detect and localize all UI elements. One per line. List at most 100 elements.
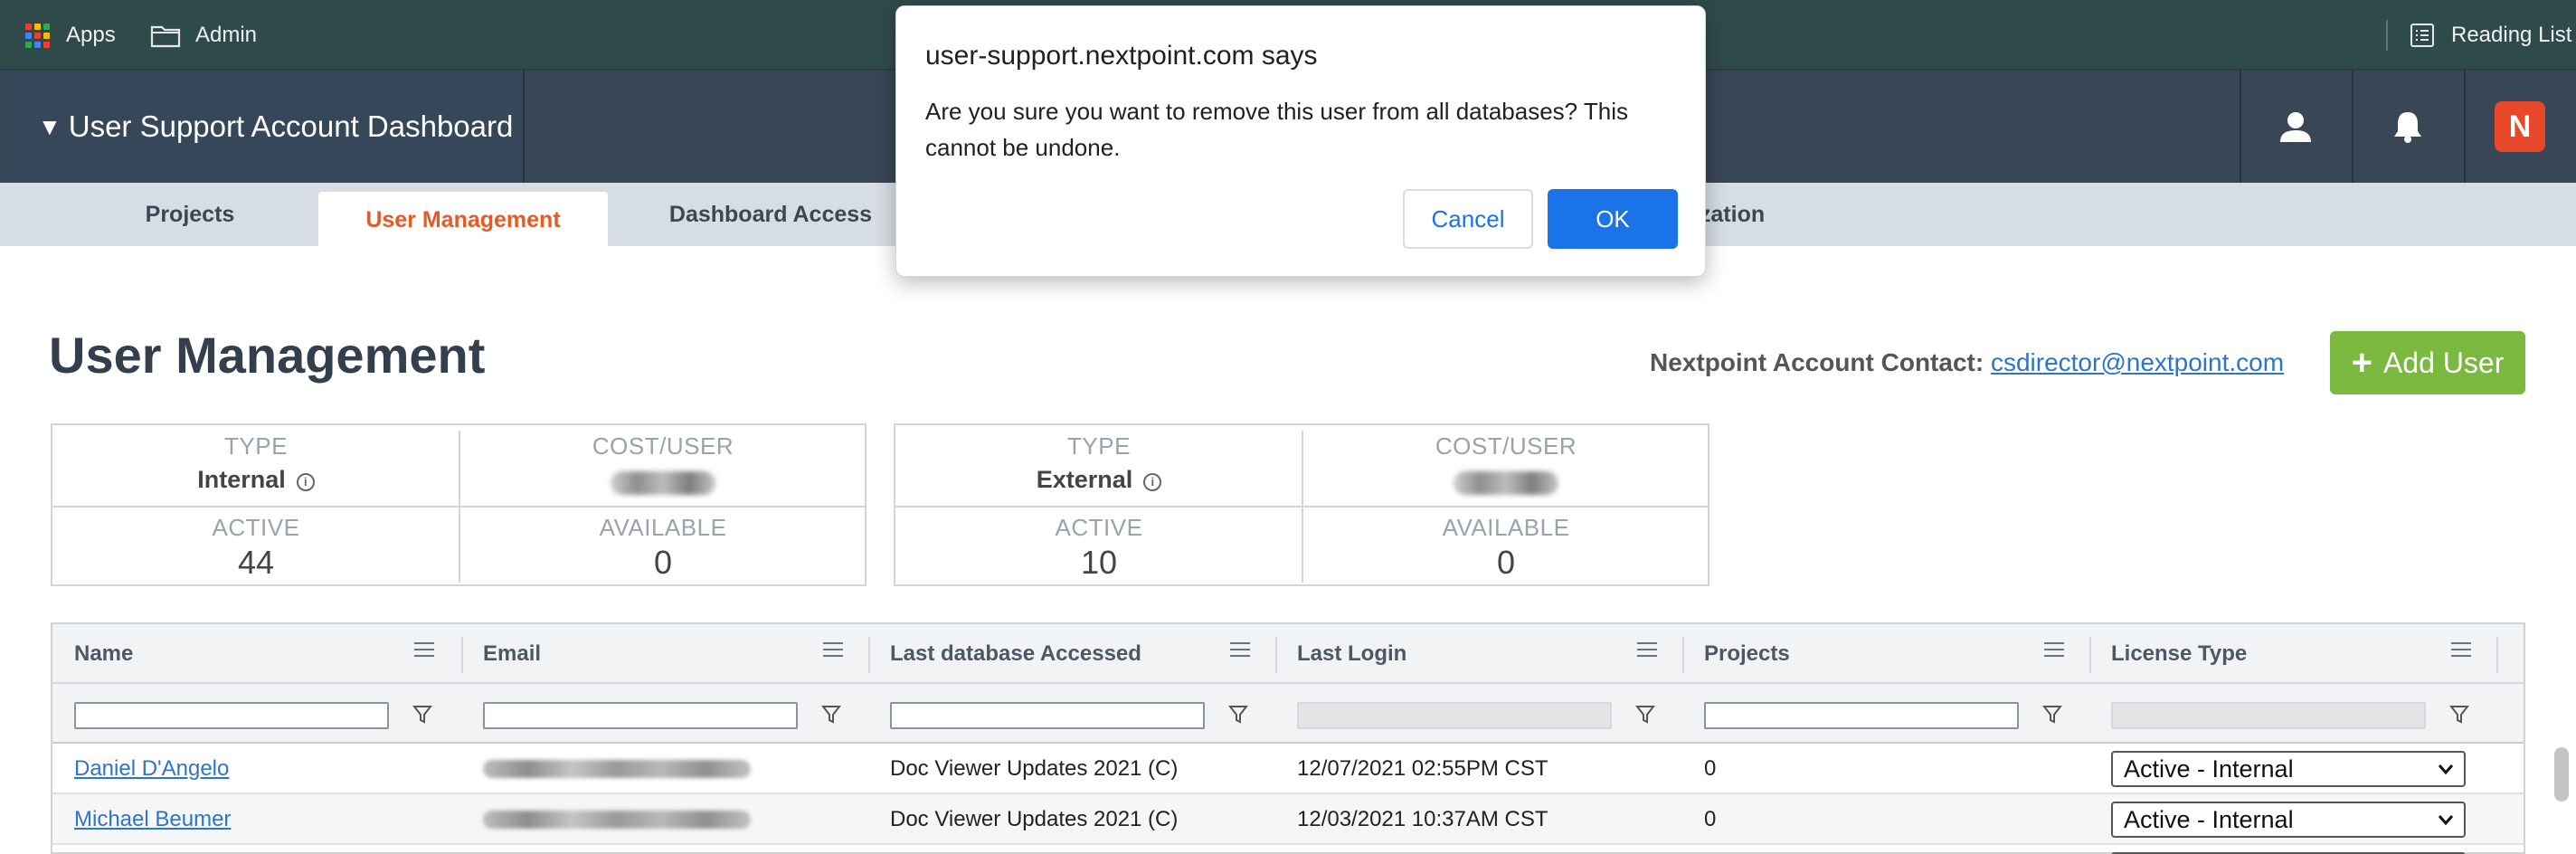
account-contact: Nextpoint Account Contact: csdirector@ne…: [1650, 348, 2284, 377]
license-card-internal: TYPE Internal i COST/USER ACTIVE 44 AVAIL…: [51, 423, 867, 586]
column-separator[interactable]: [868, 637, 870, 673]
info-icon[interactable]: i: [1143, 473, 1162, 491]
card-available-cell: AVAILABLE 0: [1302, 507, 1709, 588]
user-name-link[interactable]: Michael Beumer: [74, 807, 231, 832]
add-user-button[interactable]: + Add User: [2330, 331, 2525, 394]
apps-grid-icon: [25, 23, 50, 48]
column-menu-icon[interactable]: [2451, 642, 2471, 659]
card-type-value: External: [1036, 466, 1133, 493]
grid-scrollbar[interactable]: [2554, 747, 2569, 802]
filter-icon[interactable]: [2449, 704, 2469, 726]
bookmark-apps[interactable]: Apps: [25, 0, 116, 71]
column-separator[interactable]: [2496, 637, 2498, 673]
column-header-license-type[interactable]: License Type: [2111, 624, 2247, 684]
filter-input-name[interactable]: [74, 702, 389, 729]
card-active-label: ACTIVE: [212, 514, 300, 541]
user-email-cell: [483, 794, 751, 845]
column-menu-icon[interactable]: [1637, 642, 1657, 659]
filter-input-last-login: [1297, 702, 1612, 729]
column-menu-icon[interactable]: [823, 642, 843, 659]
license-type-select[interactable]: Active - Internal: [2111, 751, 2466, 787]
column-header-last-login[interactable]: Last Login: [1297, 624, 1406, 684]
filter-icon[interactable]: [1635, 704, 1655, 726]
card-type-cell: TYPE Internal i: [52, 425, 459, 507]
ok-button[interactable]: OK: [1548, 189, 1678, 249]
user-name-cell: Daniel D'Angelo: [74, 744, 229, 794]
card-cost-label: COST/USER: [592, 432, 734, 460]
last-login-cell: 12/03/2021 10:37AM CST: [1297, 807, 1548, 831]
card-active-cell: ACTIVE 10: [895, 507, 1302, 588]
cancel-button[interactable]: Cancel: [1403, 189, 1533, 249]
column-menu-icon[interactable]: [1230, 642, 1250, 659]
tab-projects[interactable]: Projects: [118, 183, 262, 246]
filter-input-email[interactable]: [483, 702, 798, 729]
column-separator[interactable]: [1682, 637, 1684, 673]
card-type-value-wrap: Internal i: [52, 466, 459, 494]
folder-icon: [150, 25, 181, 48]
column-header-last-database[interactable]: Last database Accessed: [890, 624, 1141, 684]
filter-icon[interactable]: [412, 704, 432, 726]
card-active-label: ACTIVE: [1055, 514, 1143, 541]
table-row: Michael Beumer Doc Viewer Updates 2021 (…: [52, 794, 2524, 845]
license-card-external: TYPE External i COST/USER ACTIVE 10 AVAIL…: [894, 423, 1709, 586]
card-type-value: Internal: [197, 466, 286, 493]
card-active-value: 44: [237, 544, 275, 581]
card-type-cell: TYPE External i: [895, 425, 1302, 507]
page-title: User Management: [49, 327, 486, 384]
tab-dashboard-access[interactable]: Dashboard Access: [660, 183, 881, 246]
plus-icon: +: [2351, 343, 2372, 383]
chevron-down-icon: [2438, 764, 2454, 775]
last-login-cell: 12/07/2021 02:55PM CST: [1297, 756, 1548, 781]
card-available-label: AVAILABLE: [1442, 514, 1570, 541]
filter-icon[interactable]: [1228, 704, 1248, 726]
redacted-email: [483, 811, 751, 829]
redacted-cost: [1454, 471, 1558, 495]
column-header-name[interactable]: Name: [74, 624, 133, 684]
redacted-email: [483, 760, 751, 778]
caret-down-icon: ▼: [38, 112, 62, 140]
card-available-value: 0: [1496, 544, 1516, 581]
license-type-value: Active - Internal: [2124, 805, 2294, 833]
card-type-label: TYPE: [224, 432, 288, 460]
dashboard-title: User Support Account Dashboard: [68, 109, 514, 143]
card-cost-label: COST/USER: [1435, 432, 1577, 460]
grid-header-row: Name Email Last database Accessed Last L…: [52, 624, 2524, 684]
filter-icon[interactable]: [2042, 704, 2062, 726]
info-icon[interactable]: i: [296, 473, 315, 491]
filter-input-last-database[interactable]: [890, 702, 1205, 729]
column-menu-icon[interactable]: [2044, 642, 2064, 659]
bookmark-admin[interactable]: Admin: [150, 0, 257, 71]
column-header-projects[interactable]: Projects: [1704, 624, 1790, 684]
filter-input-license-type: [2111, 702, 2426, 729]
dialog-title: user-support.nextpoint.com says: [925, 41, 1318, 71]
last-database-cell: Doc Viewer Updates 2021 (C): [890, 807, 1179, 831]
dialog-message: Are you sure you want to remove this use…: [925, 98, 1629, 161]
column-separator[interactable]: [461, 637, 463, 673]
account-contact-label: Nextpoint Account Contact:: [1650, 348, 1984, 376]
reading-list-icon: [2410, 24, 2434, 47]
filter-icon[interactable]: [821, 704, 841, 726]
user-profile-button[interactable]: [2240, 71, 2350, 183]
column-separator[interactable]: [1275, 637, 1277, 673]
license-type-select[interactable]: Active - Internal: [2111, 802, 2466, 838]
tab-user-management[interactable]: User Management: [318, 192, 608, 248]
column-header-email[interactable]: Email: [483, 624, 541, 684]
bookmark-admin-label: Admin: [195, 23, 258, 47]
account-contact-email-link[interactable]: csdirector@nextpoint.com: [1991, 348, 2284, 376]
notifications-button[interactable]: [2352, 71, 2462, 183]
nextpoint-logo-button[interactable]: N: [2464, 71, 2574, 183]
reading-list-button[interactable]: Reading List: [2410, 0, 2571, 71]
card-active-cell: ACTIVE 44: [52, 507, 459, 588]
user-name-link[interactable]: Daniel D'Angelo: [74, 756, 229, 782]
redacted-cost: [611, 471, 715, 495]
user-icon: [2280, 112, 2311, 142]
dashboard-selector[interactable]: ▼ User Support Account Dashboard: [4, 71, 525, 183]
license-type-value: Active - Internal: [2124, 754, 2294, 783]
card-type-value-wrap: External i: [895, 466, 1302, 494]
column-separator[interactable]: [2089, 637, 2091, 673]
filter-input-projects[interactable]: [1704, 702, 2019, 729]
column-menu-icon[interactable]: [414, 642, 434, 659]
card-active-value: 10: [1080, 544, 1118, 581]
user-email-cell: [483, 744, 751, 794]
bell-icon: [2394, 112, 2421, 143]
